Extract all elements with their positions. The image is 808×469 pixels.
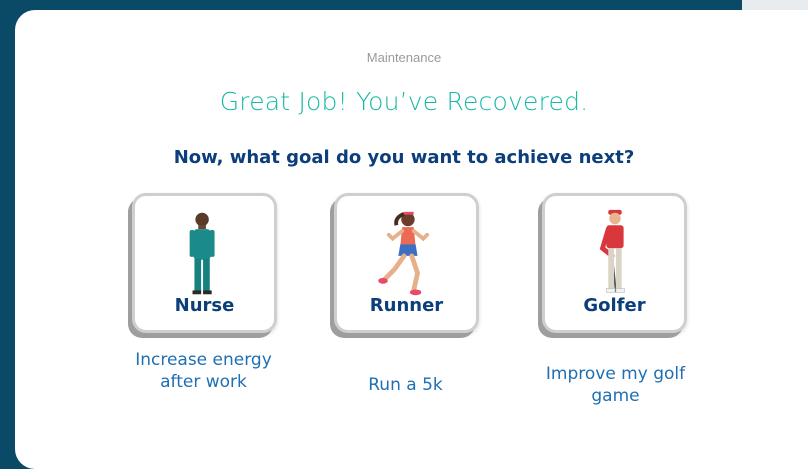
option-label: Golfer (583, 295, 646, 316)
goal-option-nurse[interactable]: Nurse (132, 193, 277, 333)
goal-option-golfer[interactable]: Golfer (542, 193, 687, 333)
runner-figure-icon (378, 211, 430, 296)
option-label: Runner (369, 295, 444, 316)
goal-option-runner[interactable]: Runner (334, 193, 479, 333)
option-description-nurse: Increase energy after work (135, 350, 272, 392)
nurse-figure-icon (189, 212, 215, 295)
option-description-golfer: Improve my golf game (545, 364, 686, 406)
page-title: Great Job! You’ve Recovered. (219, 87, 589, 116)
section-kicker: Maintenance (366, 50, 442, 65)
option-description-runner: Run a 5k (368, 375, 443, 395)
question-prompt: Now, what goal do you want to achieve ne… (173, 147, 635, 168)
option-label: Nurse (174, 295, 235, 316)
golfer-figure-icon (599, 209, 625, 293)
